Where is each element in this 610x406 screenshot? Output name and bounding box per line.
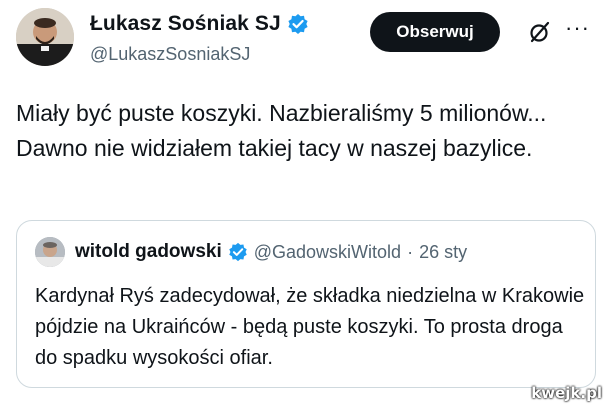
quoted-author-avatar[interactable] [35,237,65,267]
quoted-tweet-card[interactable]: witold gadowski @GadowskiWitold · 26 sty… [16,220,596,388]
tweet-view: Łukasz Sośniak SJ @LukaszSosniakSJ Obser… [0,0,610,406]
separator-dot: · [407,241,414,262]
author-handle[interactable]: @LukaszSosniakSJ [90,44,250,65]
author-display-name[interactable]: Łukasz Sośniak SJ [90,12,281,36]
watermark-logo: kwejk.pl [531,384,602,402]
quoted-tweet-text: Kardynał Ryś zadecydował, że składka nie… [35,285,585,369]
quoted-author-handle[interactable]: @GadowskiWitold [254,242,401,263]
author-avatar[interactable] [16,8,74,66]
grok-icon[interactable] [528,20,552,44]
author-name-row: Łukasz Sośniak SJ [90,12,309,36]
verified-badge-icon [287,13,309,35]
quoted-tweet-header: witold gadowski @GadowskiWitold · 26 sty [75,241,467,263]
quoted-author-name[interactable]: witold gadowski [75,241,222,263]
quoted-tweet-date[interactable]: 26 sty [419,242,467,263]
verified-badge-icon [228,242,248,262]
tweet-text: Miały być puste koszyki. Nazbieraliśmy 5… [16,100,547,161]
more-options-icon[interactable]: ··· [565,17,590,39]
follow-button[interactable]: Obserwuj [370,12,500,52]
